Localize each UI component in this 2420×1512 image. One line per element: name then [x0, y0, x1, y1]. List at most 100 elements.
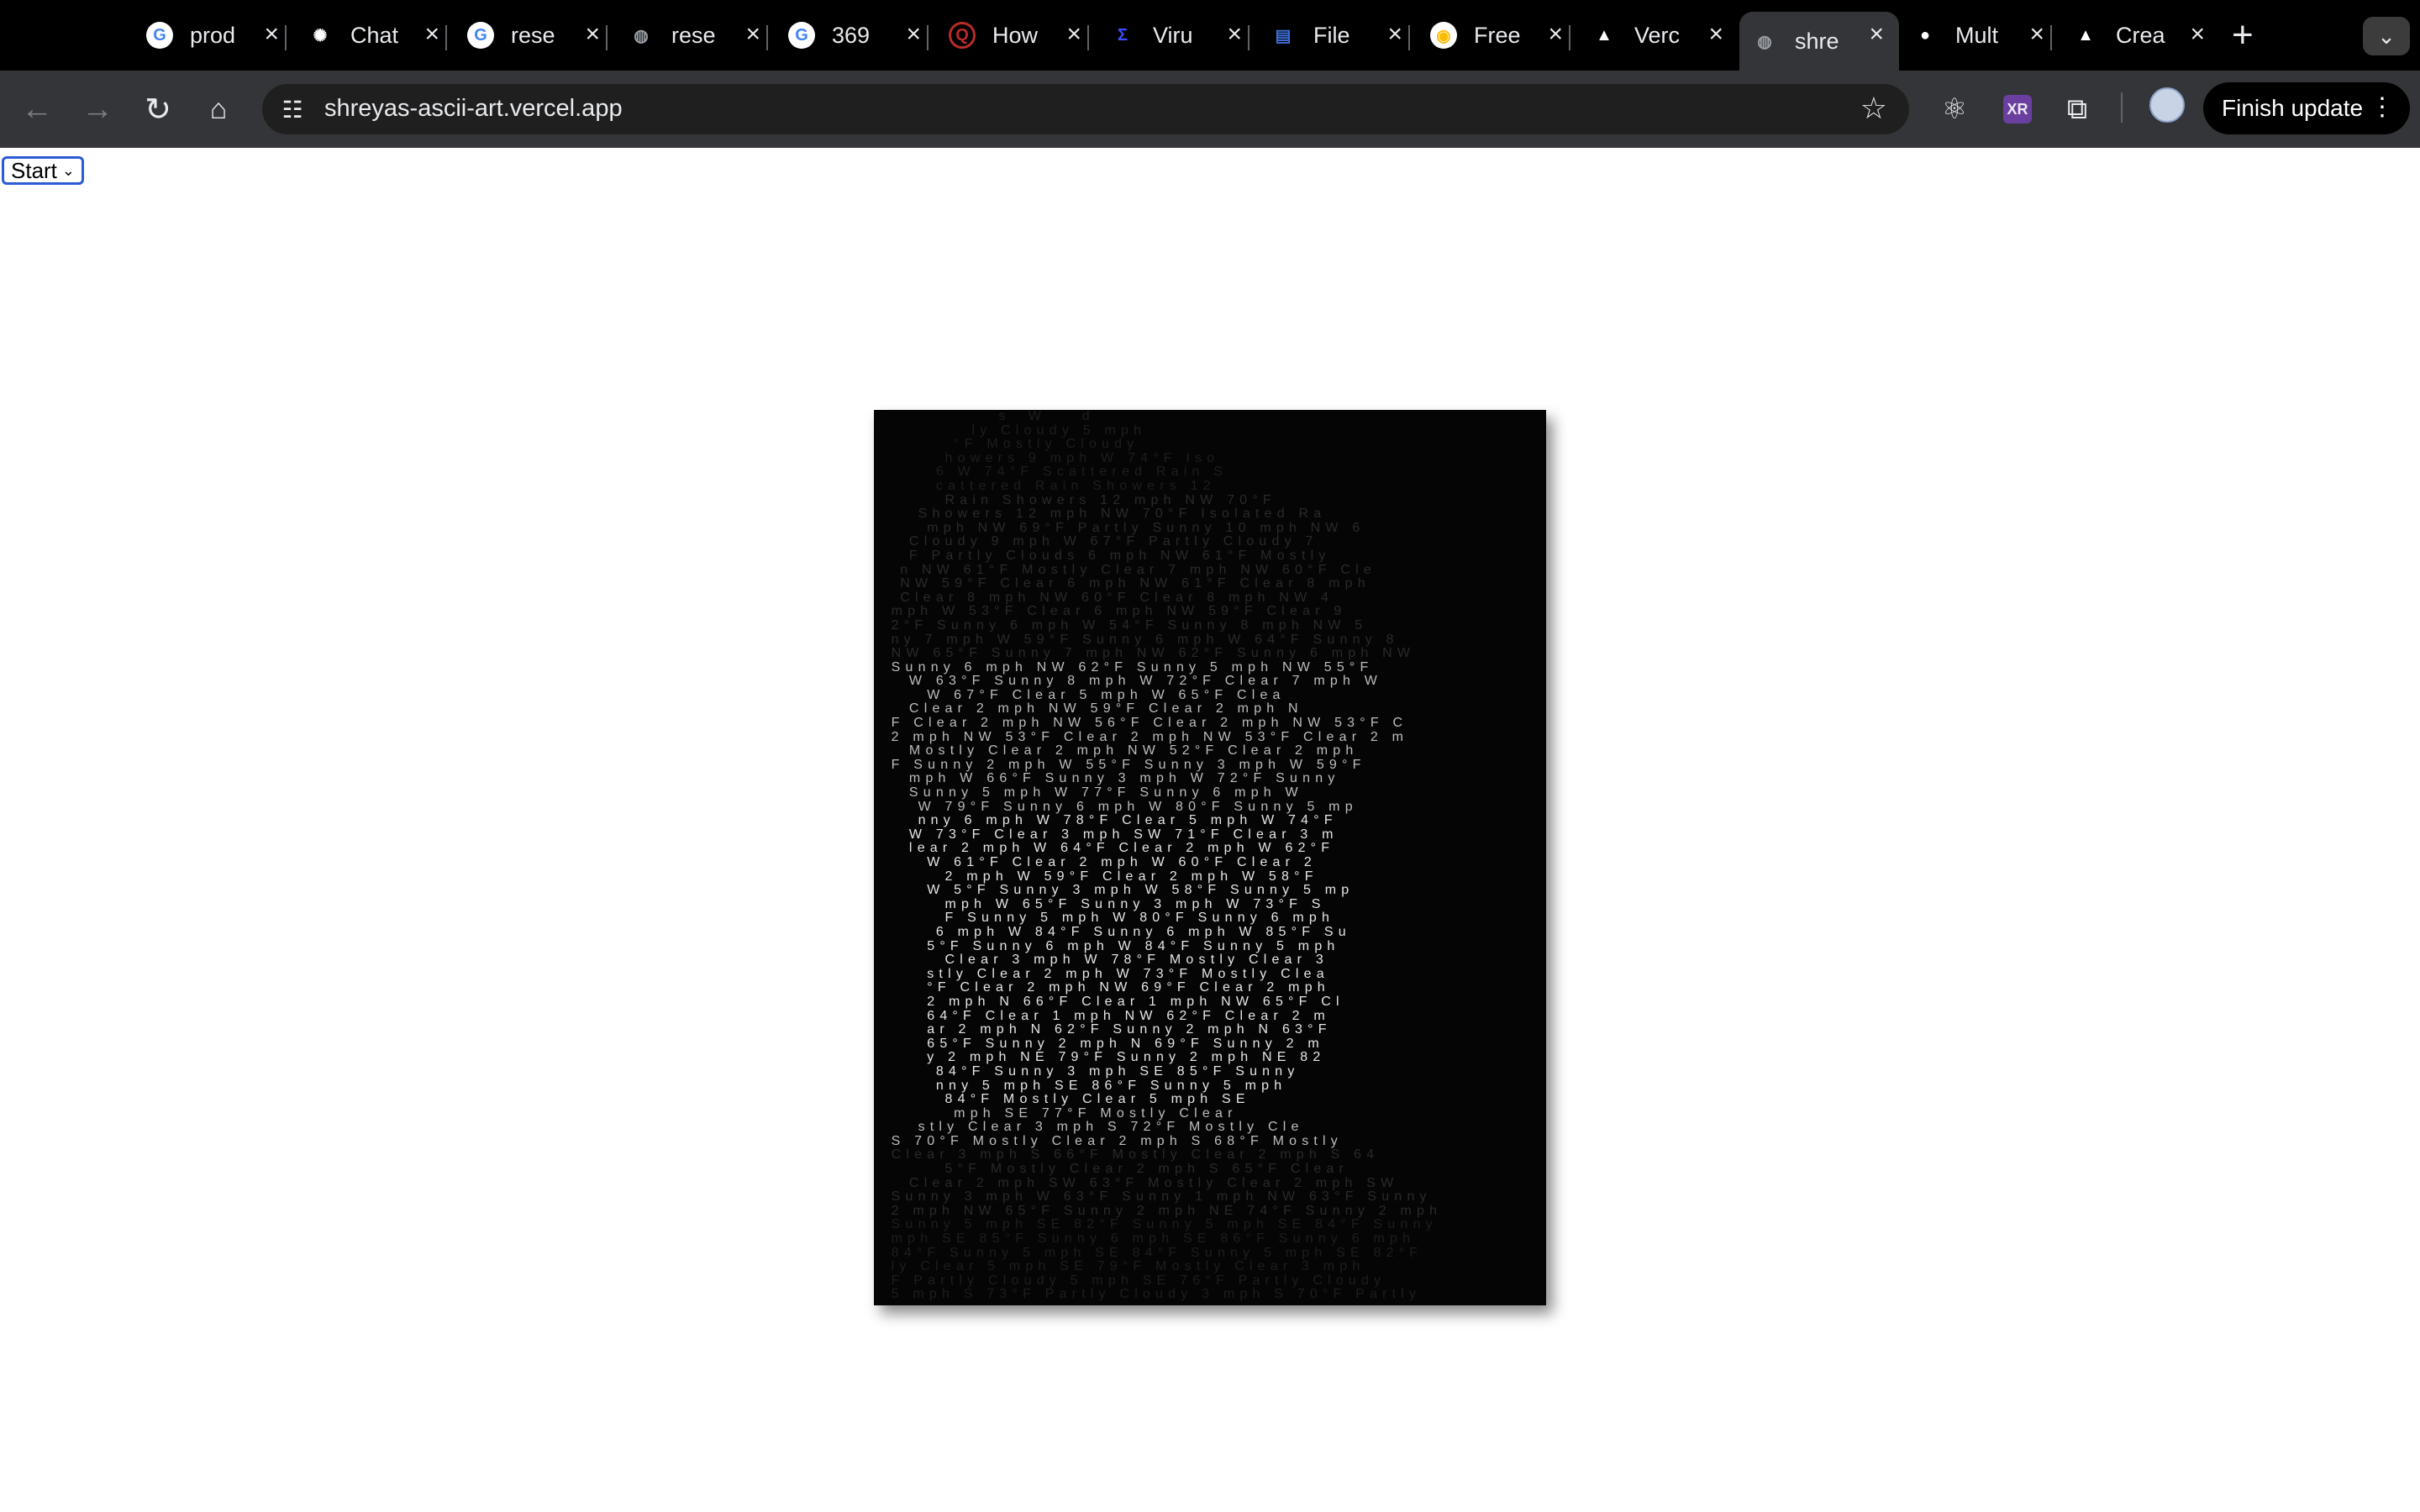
google-icon: G [467, 22, 494, 49]
ascii-art-line: W 79°F Sunny 6 mph W 80°F Sunny 5 mp [882, 800, 1358, 814]
close-icon[interactable]: × [1708, 20, 1723, 49]
ascii-art-text: s W d ly Cloudy 5 mph °F Mostly Cloudy h… [882, 410, 1538, 1302]
start-select[interactable]: Start ⌄ [2, 156, 85, 185]
ascii-art-line: F Sunny 5 mph W 80°F Sunny 6 mph [882, 911, 1335, 926]
ascii-art-line: mph W 65°F Sunny 3 mph W 73°F S [882, 897, 1326, 911]
ascii-art-line: nny 6 mph W 78°F Clear 5 mph W 74°F [882, 814, 1338, 828]
ascii-art-line: W 61°F Clear 2 mph W 60°F Clear 2 [882, 856, 1317, 869]
ascii-art-line: 6 W 74°F Scattered Rain S [882, 465, 1255, 480]
more-menu-icon[interactable]: ⋮ [2370, 92, 2395, 122]
close-icon[interactable]: × [2029, 20, 2044, 49]
ascii-art-line: ny 7 mph W 59°F Sunny 6 mph W 64°F Sunny… [882, 633, 1399, 647]
reload-button[interactable]: ↻ [136, 87, 180, 131]
tab-7[interactable]: Σ Viru × [1097, 12, 1257, 59]
forward-button[interactable]: → [76, 87, 119, 131]
ascii-art-line: F Partly Clouds 6 mph NW 61°F Mostly [882, 549, 1331, 563]
tab-1[interactable]: Gprod × [134, 12, 294, 59]
address-bar[interactable]: ☷ shreyas-ascii-art.vercel.app ☆ [262, 84, 1909, 134]
close-icon[interactable]: × [1227, 20, 1242, 49]
ascii-art-line: W 5°F Sunny 3 mph W 58°F Sunny 5 mp [882, 884, 1355, 898]
extensions-puzzle-icon[interactable]: ⧉ [2057, 89, 2097, 129]
ascii-art-line: W 73°F Clear 3 mph SW 71°F Clear 3 m [882, 827, 1339, 842]
tab-2[interactable]: ✺ Chat × [295, 12, 455, 59]
tab-9[interactable]: ◉ Free × [1418, 12, 1578, 59]
ascii-art-line: Mostly Clear 2 mph NW 52°F Clear 2 mph [882, 744, 1359, 759]
tab-10[interactable]: ▲ Verc × [1579, 12, 1739, 59]
ascii-art-canvas: s W d ly Cloudy 5 mph °F Mostly Cloudy h… [874, 410, 1546, 1305]
close-icon[interactable]: × [745, 20, 760, 49]
ascii-art-line: ar 2 mph N 62°F Sunny 2 mph N 63°F [882, 1023, 1332, 1037]
tab-title: rese [671, 22, 716, 48]
tab-separator [766, 25, 768, 50]
new-tab-button[interactable]: + [2232, 15, 2254, 55]
tab-search-icon[interactable]: ⌄ [2363, 17, 2410, 55]
close-icon[interactable]: × [264, 20, 279, 49]
tab-3[interactable]: Grese × [455, 12, 615, 59]
profile-avatar[interactable] [2149, 87, 2185, 123]
ascii-art-line: ly Cloudy 5 mph [882, 423, 1227, 438]
tab-separator [1248, 25, 1249, 50]
ascii-art-line: Cloudy 9 mph W 67°F Partly Cloudy 7 [882, 535, 1318, 549]
tab-separator [445, 25, 447, 50]
close-icon[interactable]: × [1548, 20, 1563, 49]
ascii-art-line: mph SE 77°F Mostly Clear [882, 1106, 1238, 1121]
tab-8[interactable]: ▤ File × [1258, 12, 1418, 59]
close-icon[interactable]: × [585, 20, 600, 49]
google-icon: G [146, 22, 173, 49]
close-icon[interactable]: × [1387, 20, 1402, 49]
ascii-art-line: stly Clear 2 mph W 73°F Mostly Clea [882, 967, 1329, 981]
tab-title: shre [1795, 28, 1839, 54]
ascii-art-line: 84°F Mostly Clear 5 mph SE [882, 1093, 1250, 1107]
back-button[interactable]: ← [15, 87, 59, 131]
browser-toolbar: ← → ↻ ⌂ ☷ shreyas-ascii-art.vercel.app ☆… [0, 71, 2420, 148]
ascii-art-line: mph NW 69°F Partly Sunny 10 mph NW 6 [882, 521, 1365, 535]
ascii-art-line: Rain Showers 12 mph NW 70°F [882, 493, 1276, 507]
close-icon[interactable]: × [2190, 20, 2205, 49]
ascii-art-line: Clear 3 mph W 78°F Mostly Clear 3 [882, 953, 1328, 968]
ascii-art-line: W 63°F Sunny 8 mph W 72°F Clear 7 mph W [882, 675, 1383, 689]
ascii-art-line: S 70°F Mostly Clear 2 mph S 68°F Mostly [882, 1134, 1343, 1148]
tab-separator [2050, 25, 2052, 50]
ascii-art-line: 2 mph NW 53°F Clear 2 mph NW 53°F Clear … [882, 730, 1409, 744]
ascii-art-line: 5°F Mostly Clear 2 mph S 65°F Clear [882, 1163, 1349, 1177]
tab-title: Crea [2116, 22, 2165, 48]
close-icon[interactable]: × [1869, 20, 1884, 49]
vercel-icon: ▲ [1596, 25, 1612, 45]
tab-4[interactable]: ◍ rese × [616, 12, 776, 59]
tab-12[interactable]: ● Mult × [1900, 12, 2060, 59]
chrome-icon: ◉ [1430, 22, 1457, 49]
home-button[interactable]: ⌂ [197, 87, 240, 131]
ascii-art-line: 2 mph N 66°F Clear 1 mph NW 65°F Cl [882, 995, 1344, 1009]
close-icon[interactable]: × [424, 20, 439, 49]
ascii-art-line: F Sunny 2 mph W 55°F Sunny 3 mph W 59°F [882, 758, 1366, 772]
xr-extension-icon[interactable]: XR [2003, 95, 2032, 123]
tab-13[interactable]: ▲ Crea × [2060, 12, 2220, 59]
tab-title: How [992, 22, 1039, 48]
ascii-art-line: 5°F Sunny 6 mph W 84°F Sunny 5 mph [882, 939, 1340, 953]
chevron-down-icon: ⌄ [61, 161, 76, 179]
tab-separator [606, 25, 608, 50]
ascii-art-line: Sunny 5 mph SE 82°F Sunny 5 mph SE 84°F … [882, 1218, 1438, 1232]
tab-title: rese [511, 22, 555, 48]
github-icon: ● [1919, 25, 1931, 45]
tab-separator [1087, 25, 1089, 50]
close-icon[interactable]: × [906, 20, 921, 49]
ascii-art-line: 65°F Sunny 2 mph N 69°F Sunny 2 m [882, 1037, 1324, 1051]
ascii-art-line: Sunny 6 mph NW 62°F Sunny 5 mph NW 55°F [882, 660, 1374, 675]
tab-6[interactable]: Q How × [937, 12, 1097, 59]
ascii-art-line: F Clear 2 mph NW 56°F Clear 2 mph NW 53°… [882, 717, 1408, 731]
tab-11[interactable]: ◍ shre × [1739, 12, 1899, 71]
ascii-art-line: 84°F Sunny 3 mph SE 85°F Sunny [882, 1064, 1300, 1079]
close-icon[interactable]: × [1066, 20, 1081, 49]
bookmark-star-icon[interactable]: ☆ [1860, 91, 1887, 126]
ascii-art-line: mph SE 85°F Sunny 6 mph SE 86°F Sunny 6 … [882, 1232, 1416, 1247]
finish-update-button[interactable]: Finish update ⋮ [2203, 82, 2410, 134]
google-icon: G [788, 22, 815, 49]
site-info-icon[interactable]: ☷ [277, 94, 308, 124]
url-text: shreyas-ascii-art.vercel.app [324, 95, 623, 122]
tab-5[interactable]: G 369 × [776, 12, 936, 59]
virustotal-icon: Σ [1117, 25, 1128, 45]
react-devtools-icon[interactable]: ⚛ [1934, 89, 1975, 129]
ascii-art-line: y 2 mph NE 79°F Sunny 2 mph NE 82 [882, 1051, 1326, 1065]
tab-title: Mult [1955, 22, 1999, 48]
